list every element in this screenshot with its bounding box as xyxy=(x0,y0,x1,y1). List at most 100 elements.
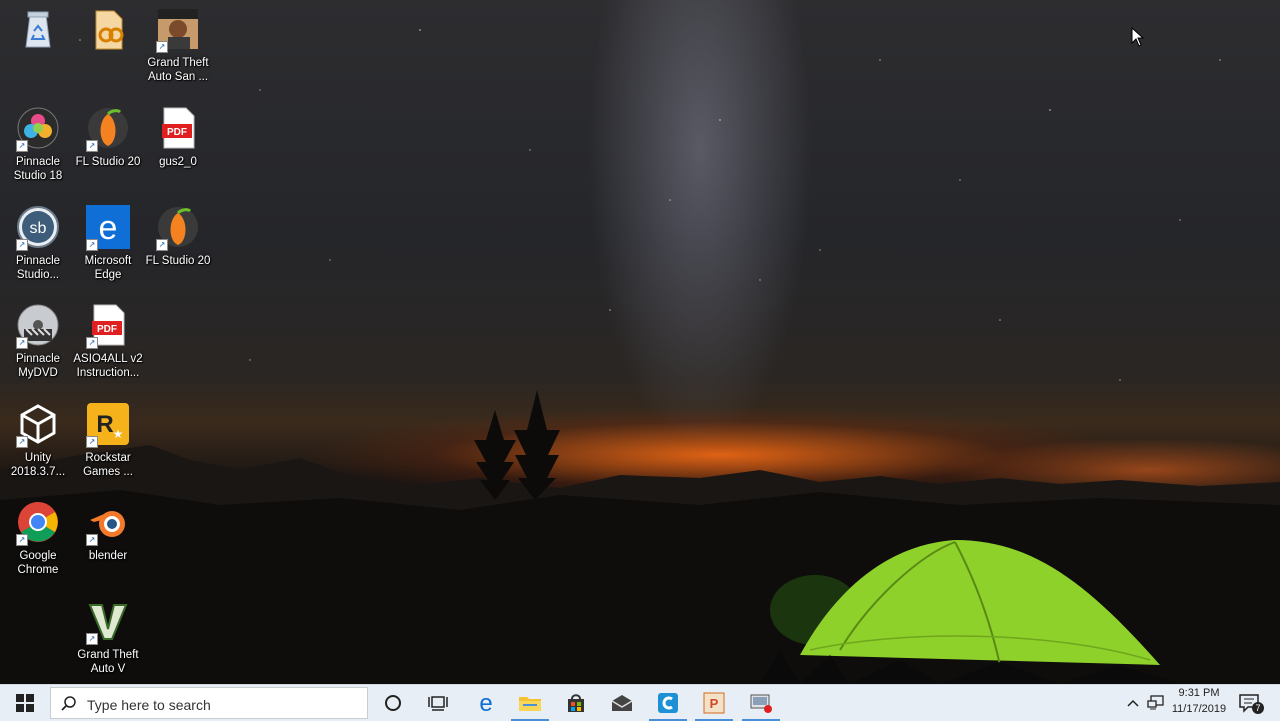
taskbar-file-explorer-button[interactable] xyxy=(507,685,553,721)
taskbar-ccleaner-button[interactable] xyxy=(645,685,691,721)
chrome-icon: ↗ xyxy=(16,500,60,546)
shortcut-arrow-icon: ↗ xyxy=(86,239,98,251)
desktop-icon-unity[interactable]: ↗ Unity 2018.3.7... xyxy=(2,399,74,491)
icon-label: Microsoft Edge xyxy=(84,255,132,281)
unity-icon: ↗ xyxy=(16,402,60,448)
taskbar-search-box[interactable] xyxy=(50,687,368,719)
desktop-icon-gus2-0[interactable]: PDF gus2_0 xyxy=(142,103,214,195)
network-icon xyxy=(1147,695,1164,710)
desktop-icon-recycle-bin[interactable] xyxy=(2,4,74,96)
edge-icon: e ↗ xyxy=(86,205,130,251)
desktop-icon-rockstar-games[interactable]: R ★ ↗ Rockstar Games ... xyxy=(72,399,144,491)
search-input[interactable] xyxy=(85,694,359,716)
desktop-icon-pinnacle-mydvd[interactable]: ↗ Pinnacle MyDVD xyxy=(2,300,74,392)
pinnacle-studio-icon: ↗ xyxy=(16,106,60,152)
icon-label: gus2_0 xyxy=(159,156,197,168)
pdf-icon: PDF ↗ xyxy=(86,303,130,349)
shortcut-arrow-icon: ↗ xyxy=(16,436,28,448)
taskbar-store-button[interactable] xyxy=(553,685,599,721)
desktop-icon-pinnacle-studio[interactable]: sb ↗ Pinnacle Studio... xyxy=(2,202,74,294)
icon-label: Rockstar Games ... xyxy=(83,452,133,478)
task-view-button[interactable] xyxy=(415,685,461,721)
recycle-bin-icon xyxy=(16,7,60,51)
chevron-up-icon xyxy=(1127,699,1139,707)
icon-label: Pinnacle Studio 18 xyxy=(13,156,63,182)
mouse-cursor-icon xyxy=(1131,27,1145,47)
svg-text:e: e xyxy=(99,209,118,247)
shortcut-arrow-icon: ↗ xyxy=(86,337,98,349)
rockstar-icon: R ★ ↗ xyxy=(86,402,130,448)
svg-text:PDF: PDF xyxy=(167,127,187,138)
icon-label: FL Studio 20 xyxy=(145,255,211,267)
icon-label: Pinnacle Studio... xyxy=(15,255,61,281)
svg-text:sb: sb xyxy=(30,220,47,237)
desktop-icon-blender[interactable]: ↗ blender xyxy=(72,497,144,589)
desktop-icon-pinnacle-studio-18[interactable]: ↗ Pinnacle Studio 18 xyxy=(2,103,74,195)
desktop-icon-gta-san-andreas[interactable]: ↗ Grand Theft Auto San ... xyxy=(142,4,214,96)
icon-label: Pinnacle MyDVD xyxy=(15,353,61,379)
icon-label: Grand Theft Auto San ... xyxy=(147,57,209,83)
icon-label: Unity 2018.3.7... xyxy=(10,452,66,478)
gta-v-icon: ↗ xyxy=(86,599,130,645)
task-view-icon xyxy=(428,696,448,711)
icon-label: FL Studio 20 xyxy=(75,156,141,168)
taskbar-mail-button[interactable] xyxy=(599,685,645,721)
pinnacle-sb-icon: sb ↗ xyxy=(16,205,60,251)
notification-count-badge: 7 xyxy=(1252,702,1264,714)
icon-label: Grand Theft Auto V xyxy=(77,649,139,675)
desktop-icon-fl-studio-20[interactable]: ↗ FL Studio 20 xyxy=(72,103,144,195)
shortcut-arrow-icon: ↗ xyxy=(16,337,28,349)
shortcut-arrow-icon: ↗ xyxy=(86,633,98,645)
fl-studio-icon: ↗ xyxy=(156,205,200,251)
taskbar-powerpoint-button[interactable]: P xyxy=(691,685,737,721)
icon-label: Google Chrome xyxy=(17,550,59,576)
cortana-icon xyxy=(385,695,401,711)
pdf-icon: PDF xyxy=(156,106,200,150)
start-button[interactable] xyxy=(2,685,48,721)
fl-studio-icon: ↗ xyxy=(86,106,130,152)
clock-button[interactable]: 9:31 PM 11/17/2019 xyxy=(1168,685,1230,721)
desktop-icon-fl-studio-20-b[interactable]: ↗ FL Studio 20 xyxy=(142,202,214,294)
desktop-icon-microsoft-edge[interactable]: e ↗ Microsoft Edge xyxy=(72,202,144,294)
clock-time: 9:31 PM xyxy=(1178,687,1220,699)
shortcut-arrow-icon: ↗ xyxy=(16,534,28,546)
icon-label: ASIO4ALL v2 Instruction... xyxy=(73,353,143,379)
media-app-icon xyxy=(750,694,772,713)
taskbar-media-app-button[interactable] xyxy=(738,685,784,721)
gta-san-andreas-icon: ↗ xyxy=(156,7,200,53)
desktop-icon-asio4all-instructions[interactable]: PDF ↗ ASIO4ALL v2 Instruction... xyxy=(72,300,144,392)
shortcut-arrow-icon: ↗ xyxy=(16,239,28,251)
shortcut-arrow-icon: ↗ xyxy=(86,140,98,152)
store-icon xyxy=(568,694,584,712)
desktop-icon-audio-file[interactable] xyxy=(72,4,144,96)
powerpoint-icon: P xyxy=(703,692,725,714)
svg-text:e: e xyxy=(479,692,492,714)
desktop-icon-gta-v[interactable]: ↗ Grand Theft Auto V xyxy=(72,596,144,688)
shortcut-arrow-icon: ↗ xyxy=(156,239,168,251)
pinnacle-mydvd-icon: ↗ xyxy=(16,303,60,349)
action-center-button[interactable]: 7 xyxy=(1234,685,1264,721)
audio-file-icon xyxy=(86,7,130,51)
taskbar-edge-button[interactable]: e xyxy=(463,685,509,721)
shortcut-arrow-icon: ↗ xyxy=(156,41,168,53)
shortcut-arrow-icon: ↗ xyxy=(86,534,98,546)
icon-label: blender xyxy=(88,550,128,562)
shortcut-arrow-icon: ↗ xyxy=(86,436,98,448)
show-hidden-icons-button[interactable] xyxy=(1122,685,1144,721)
mail-icon xyxy=(611,695,633,711)
ccleaner-icon xyxy=(658,693,678,713)
windows-logo-icon xyxy=(16,694,34,712)
svg-text:PDF: PDF xyxy=(97,324,117,335)
taskbar: e P 9:31 PM 11/17/2019 7 xyxy=(0,684,1280,721)
network-button[interactable] xyxy=(1144,685,1168,721)
svg-text:R: R xyxy=(96,411,113,438)
edge-icon: e xyxy=(479,692,492,714)
file-explorer-icon xyxy=(519,697,541,711)
clock-date: 11/17/2019 xyxy=(1171,703,1227,715)
search-icon xyxy=(61,696,76,711)
blender-icon: ↗ xyxy=(86,500,130,546)
desktop-icon-google-chrome[interactable]: ↗ Google Chrome xyxy=(2,497,74,589)
cortana-button[interactable] xyxy=(370,685,416,721)
svg-text:P: P xyxy=(710,696,719,711)
svg-text:★: ★ xyxy=(113,427,124,441)
